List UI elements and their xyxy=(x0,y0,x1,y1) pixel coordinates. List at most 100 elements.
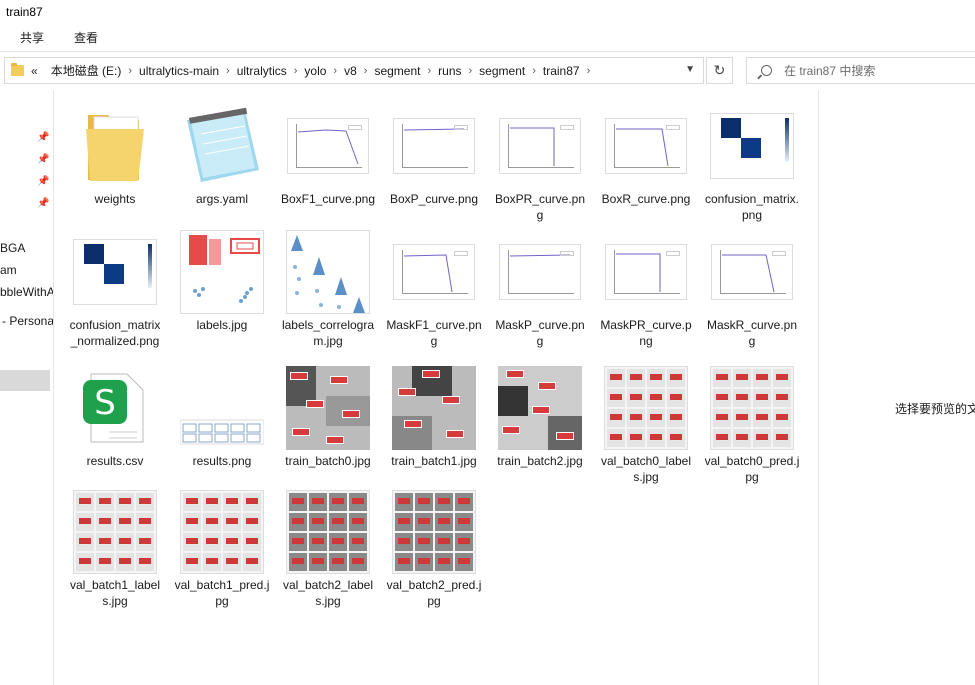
image-thumbnail xyxy=(604,230,688,314)
file-item[interactable]: MaskR_curve.png xyxy=(702,230,802,349)
file-name: MaskPR_curve.png xyxy=(600,318,692,348)
pin-icon[interactable]: 📌 xyxy=(37,154,49,165)
svg-text:S: S xyxy=(94,383,116,423)
breadcrumb-drive[interactable]: 本地磁盘 (E:) xyxy=(51,62,122,79)
file-item[interactable]: weights xyxy=(65,104,165,207)
file-item[interactable]: val_batch0_labels.jpg xyxy=(596,366,696,485)
chevron-right-icon[interactable]: › xyxy=(532,65,536,77)
breadcrumb-segment-2[interactable]: segment xyxy=(479,64,525,78)
breadcrumb-train87[interactable]: train87 xyxy=(543,64,580,78)
file-item[interactable]: val_batch1_pred.jpg xyxy=(172,490,272,609)
image-thumbnail xyxy=(286,230,370,314)
refresh-button[interactable]: ↻ xyxy=(706,57,733,84)
file-name: BoxR_curve.png xyxy=(601,192,691,206)
image-thumbnail xyxy=(392,366,476,450)
spreadsheet-icon: S xyxy=(73,366,157,450)
chevron-right-icon[interactable]: › xyxy=(364,65,368,77)
file-name: results.csv xyxy=(86,454,144,468)
chevron-down-icon[interactable]: ▼ xyxy=(685,64,695,75)
pin-icon[interactable]: 📌 xyxy=(37,132,49,143)
file-item[interactable]: BoxP_curve.png xyxy=(384,104,484,207)
file-item[interactable]: val_batch2_labels.jpg xyxy=(278,490,378,609)
breadcrumb-overflow[interactable]: « xyxy=(31,64,38,78)
file-name: MaskR_curve.png xyxy=(706,318,798,348)
file-name: confusion_matrix_normalized.png xyxy=(69,318,161,348)
file-name: val_batch1_labels.jpg xyxy=(69,578,161,608)
file-item[interactable]: BoxPR_curve.png xyxy=(490,104,590,223)
pin-icon[interactable]: 📌 xyxy=(37,198,49,209)
file-item[interactable]: confusion_matrix.png xyxy=(702,104,802,223)
folder-icon xyxy=(11,63,24,76)
chevron-right-icon[interactable]: › xyxy=(427,65,431,77)
chevron-right-icon[interactable]: › xyxy=(333,65,337,77)
chevron-right-icon[interactable]: › xyxy=(587,65,591,77)
breadcrumb-runs[interactable]: runs xyxy=(438,64,461,78)
image-thumbnail xyxy=(498,230,582,314)
file-item[interactable]: train_batch1.jpg xyxy=(384,366,484,469)
image-thumbnail xyxy=(710,366,794,450)
breadcrumb-v8[interactable]: v8 xyxy=(344,64,357,78)
nav-item[interactable]: am xyxy=(0,263,17,277)
image-thumbnail xyxy=(392,230,476,314)
search-input[interactable]: 在 train87 中搜索 xyxy=(746,57,975,84)
refresh-icon: ↻ xyxy=(713,62,726,78)
notepad-icon xyxy=(180,104,264,188)
search-placeholder: 在 train87 中搜索 xyxy=(784,64,876,78)
tab-share[interactable]: 共享 xyxy=(12,25,52,50)
file-name: MaskF1_curve.png xyxy=(386,318,482,348)
breadcrumb-ultralytics[interactable]: ultralytics xyxy=(237,64,287,78)
tab-view[interactable]: 查看 xyxy=(66,25,106,50)
image-thumbnail xyxy=(392,490,476,574)
breadcrumb-ultralytics-main[interactable]: ultralytics-main xyxy=(139,64,219,78)
file-name: labels_correlogram.jpg xyxy=(281,318,375,348)
folder-icon xyxy=(73,104,157,188)
file-item[interactable]: confusion_matrix_normalized.png xyxy=(65,230,165,349)
file-item[interactable]: MaskF1_curve.png xyxy=(384,230,484,349)
nav-item[interactable]: BGA xyxy=(0,241,25,255)
file-item[interactable]: S results.csv xyxy=(65,366,165,469)
file-name: train_batch2.jpg xyxy=(497,454,583,468)
file-item[interactable]: results.png xyxy=(172,366,272,469)
file-item[interactable]: val_batch1_labels.jpg xyxy=(65,490,165,609)
file-name: val_batch1_pred.jpg xyxy=(174,578,270,608)
preview-pane: 选择要预览的文件 xyxy=(818,90,975,685)
file-name: labels.jpg xyxy=(196,318,248,332)
file-item[interactable]: labels_correlogram.jpg xyxy=(278,230,378,349)
file-name: BoxF1_curve.png xyxy=(280,192,376,206)
search-icon xyxy=(761,65,772,76)
breadcrumb-segment[interactable]: segment xyxy=(374,64,420,78)
file-name: train_batch0.jpg xyxy=(285,454,371,468)
file-item[interactable]: BoxR_curve.png xyxy=(596,104,696,207)
ribbon: 共享 查看 xyxy=(0,24,975,52)
file-item[interactable]: MaskPR_curve.png xyxy=(596,230,696,349)
file-item[interactable]: train_batch2.jpg xyxy=(490,366,590,469)
chevron-right-icon[interactable]: › xyxy=(226,65,230,77)
file-name: BoxP_curve.png xyxy=(389,192,479,206)
nav-item-selected[interactable] xyxy=(0,370,50,391)
nav-item[interactable]: bbleWithA xyxy=(0,285,53,299)
file-name: val_batch2_labels.jpg xyxy=(282,578,374,608)
nav-item[interactable]: - Persona xyxy=(2,314,53,328)
file-item[interactable]: labels.jpg xyxy=(172,230,272,333)
file-item[interactable]: MaskP_curve.png xyxy=(490,230,590,349)
image-thumbnail xyxy=(286,104,370,188)
address-bar[interactable]: « 本地磁盘 (E:) › ultralytics-main › ultraly… xyxy=(4,57,704,84)
file-item[interactable]: train_batch0.jpg xyxy=(278,366,378,469)
file-name: train_batch1.jpg xyxy=(391,454,477,468)
file-item[interactable]: args.yaml xyxy=(172,104,272,207)
file-name: val_batch0_pred.jpg xyxy=(704,454,800,484)
image-thumbnail xyxy=(286,366,370,450)
image-thumbnail xyxy=(710,230,794,314)
chevron-right-icon[interactable]: › xyxy=(128,65,132,77)
image-thumbnail xyxy=(710,104,794,188)
file-item[interactable]: val_batch2_pred.jpg xyxy=(384,490,484,609)
file-name: weights xyxy=(94,192,136,206)
image-thumbnail xyxy=(604,104,688,188)
file-name: confusion_matrix.png xyxy=(704,192,800,222)
chevron-right-icon[interactable]: › xyxy=(294,65,298,77)
pin-icon[interactable]: 📌 xyxy=(37,176,49,187)
file-item[interactable]: val_batch0_pred.jpg xyxy=(702,366,802,485)
chevron-right-icon[interactable]: › xyxy=(469,65,473,77)
breadcrumb-yolo[interactable]: yolo xyxy=(304,64,326,78)
file-item[interactable]: BoxF1_curve.png xyxy=(278,104,378,207)
